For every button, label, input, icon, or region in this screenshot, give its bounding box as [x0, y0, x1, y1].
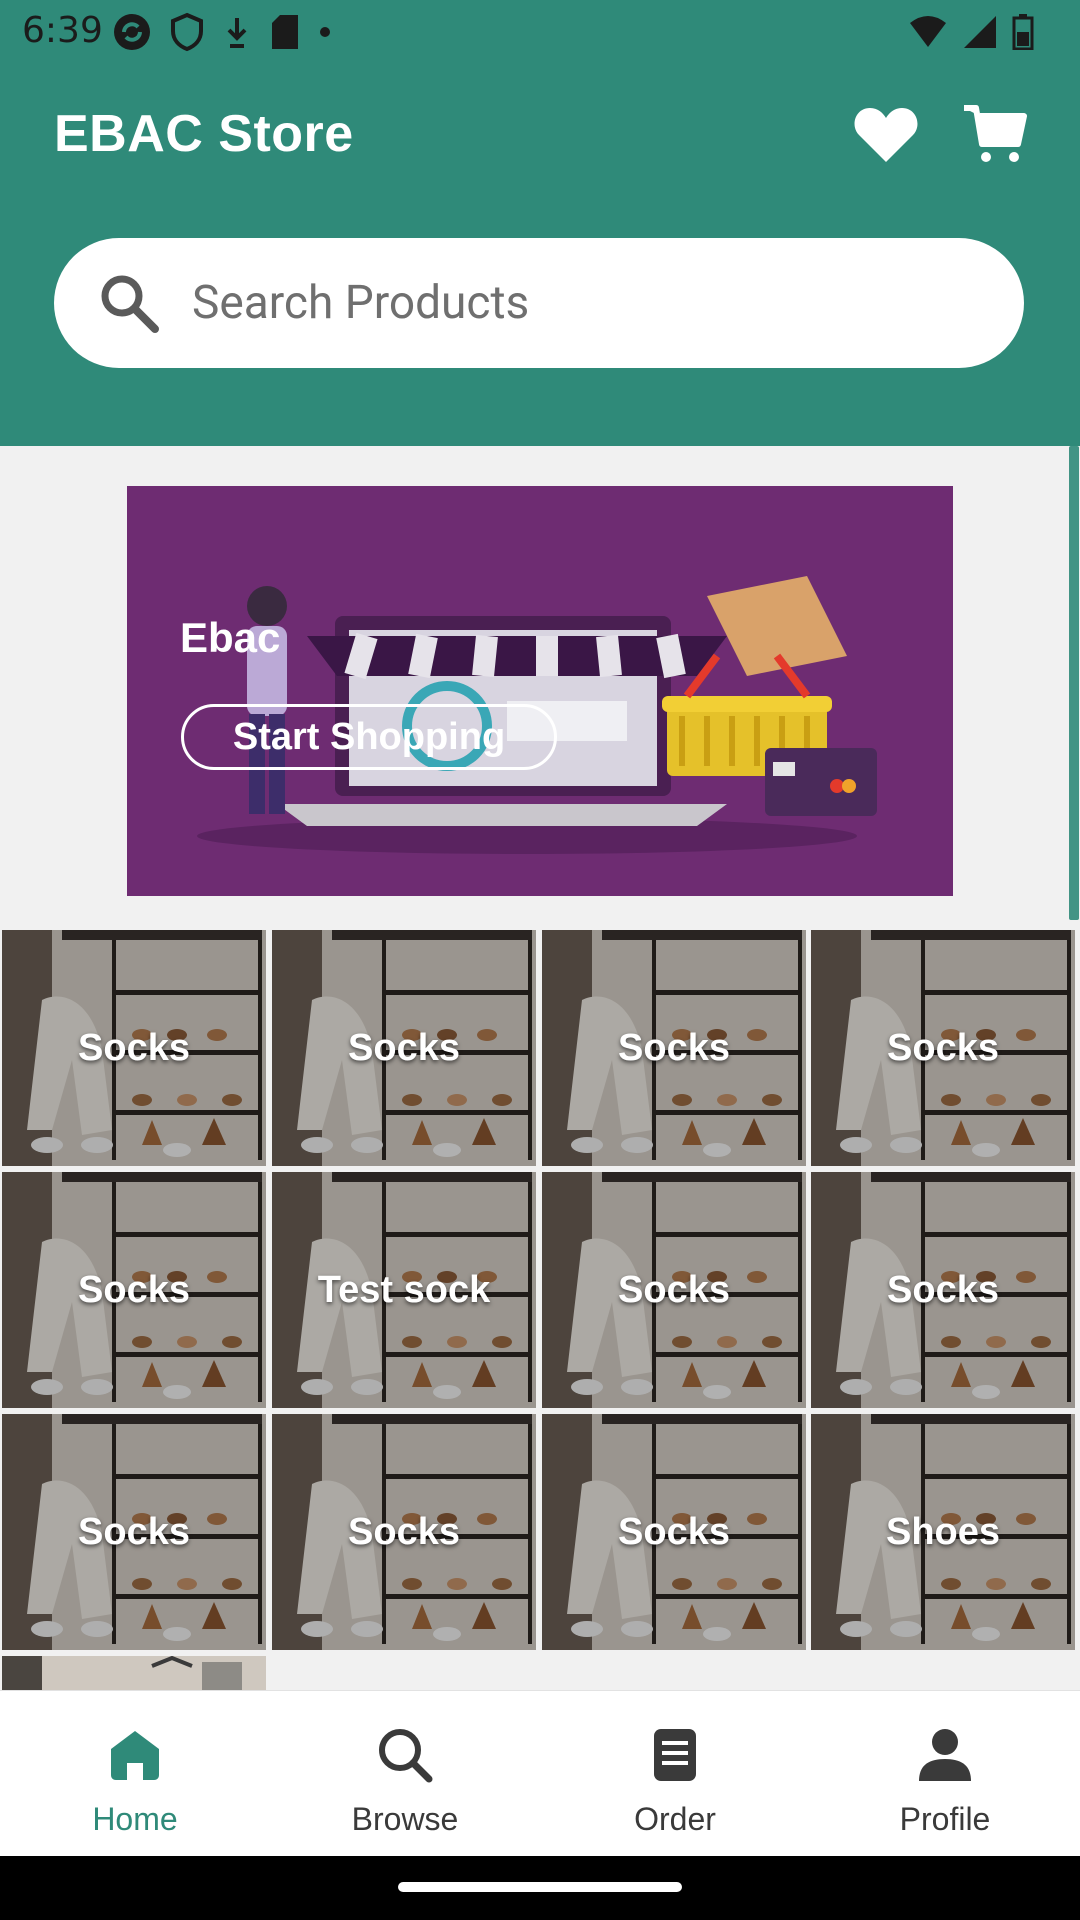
wifi-icon [910, 16, 946, 47]
product-tile[interactable]: Socks [2, 1172, 266, 1408]
product-label: Socks [887, 1268, 999, 1311]
product-label: Socks [348, 1026, 460, 1069]
status-notification-icons [112, 10, 332, 54]
cart-icon [964, 105, 1027, 162]
home-gesture-handle[interactable] [398, 1882, 682, 1892]
product-label: Socks [348, 1510, 460, 1553]
start-shopping-button[interactable]: Start Shopping [181, 704, 557, 770]
scrollbar[interactable] [1069, 446, 1079, 920]
product-tile[interactable]: Socks [2, 930, 266, 1166]
shield-icon [171, 12, 203, 52]
top-app-bar: 6:39 EBAC Store [0, 0, 1080, 446]
product-tile[interactable]: Socks [811, 930, 1075, 1166]
sd-card-icon [272, 15, 298, 49]
product-tile[interactable]: Socks [542, 1172, 806, 1408]
home-icon [111, 1731, 159, 1780]
sync-app-icon [114, 14, 150, 50]
search-icon [101, 275, 159, 333]
product-tile[interactable]: Socks [542, 1414, 806, 1650]
product-label: Test sock [317, 1268, 491, 1311]
product-label: Socks [618, 1510, 730, 1553]
product-image [2, 1656, 266, 1690]
shop-illustration [197, 576, 877, 854]
battery-icon [1012, 14, 1034, 50]
nav-label-browse: Browse [351, 1801, 459, 1837]
person-icon [919, 1729, 971, 1781]
cart-button[interactable] [962, 102, 1030, 166]
status-time: 6:39 [22, 10, 103, 51]
product-tile[interactable]: Socks [272, 930, 536, 1166]
product-tile[interactable]: Test sock [272, 1172, 536, 1408]
product-tile[interactable]: Shoes [811, 1414, 1075, 1650]
product-label: Socks [78, 1510, 190, 1553]
product-tile[interactable]: Socks [2, 1414, 266, 1650]
nav-label-profile: Profile [899, 1801, 991, 1837]
product-tile[interactable]: Socks [272, 1414, 536, 1650]
search-icon [379, 1729, 433, 1783]
product-label: Socks [618, 1268, 730, 1311]
product-label: Socks [78, 1026, 190, 1069]
product-tile-partial[interactable] [2, 1656, 266, 1690]
nav-label-order: Order [634, 1801, 716, 1837]
signal-icon [964, 16, 996, 48]
product-label: Shoes [885, 1510, 1001, 1553]
dot-icon [320, 27, 330, 37]
product-label: Socks [887, 1026, 999, 1069]
status-bar: 6:39 [0, 0, 1080, 64]
nav-profile[interactable]: Profile [810, 1691, 1080, 1857]
order-icon [654, 1729, 696, 1781]
banner-title: Ebac [180, 614, 281, 661]
promo-banner[interactable]: Ebac Start Shopping [127, 486, 953, 896]
product-tile[interactable]: Socks [811, 1172, 1075, 1408]
status-system-icons [908, 12, 1034, 52]
product-tile[interactable]: Socks [542, 930, 806, 1166]
nav-browse[interactable]: Browse [270, 1691, 540, 1857]
system-gesture-bar [0, 1856, 1080, 1920]
search-input[interactable] [192, 276, 972, 330]
product-label: Socks [78, 1268, 190, 1311]
heart-icon [854, 108, 918, 162]
wishlist-button[interactable] [852, 102, 920, 166]
nav-label-home: Home [92, 1801, 178, 1837]
download-icon [227, 18, 247, 48]
nav-order[interactable]: Order [540, 1691, 810, 1857]
product-label: Socks [618, 1026, 730, 1069]
app-title: EBAC Store [54, 105, 354, 163]
bottom-navigation: Home Browse Order Profile [0, 1690, 1080, 1856]
nav-home[interactable]: Home [0, 1691, 270, 1857]
search-bar[interactable] [54, 238, 1024, 368]
